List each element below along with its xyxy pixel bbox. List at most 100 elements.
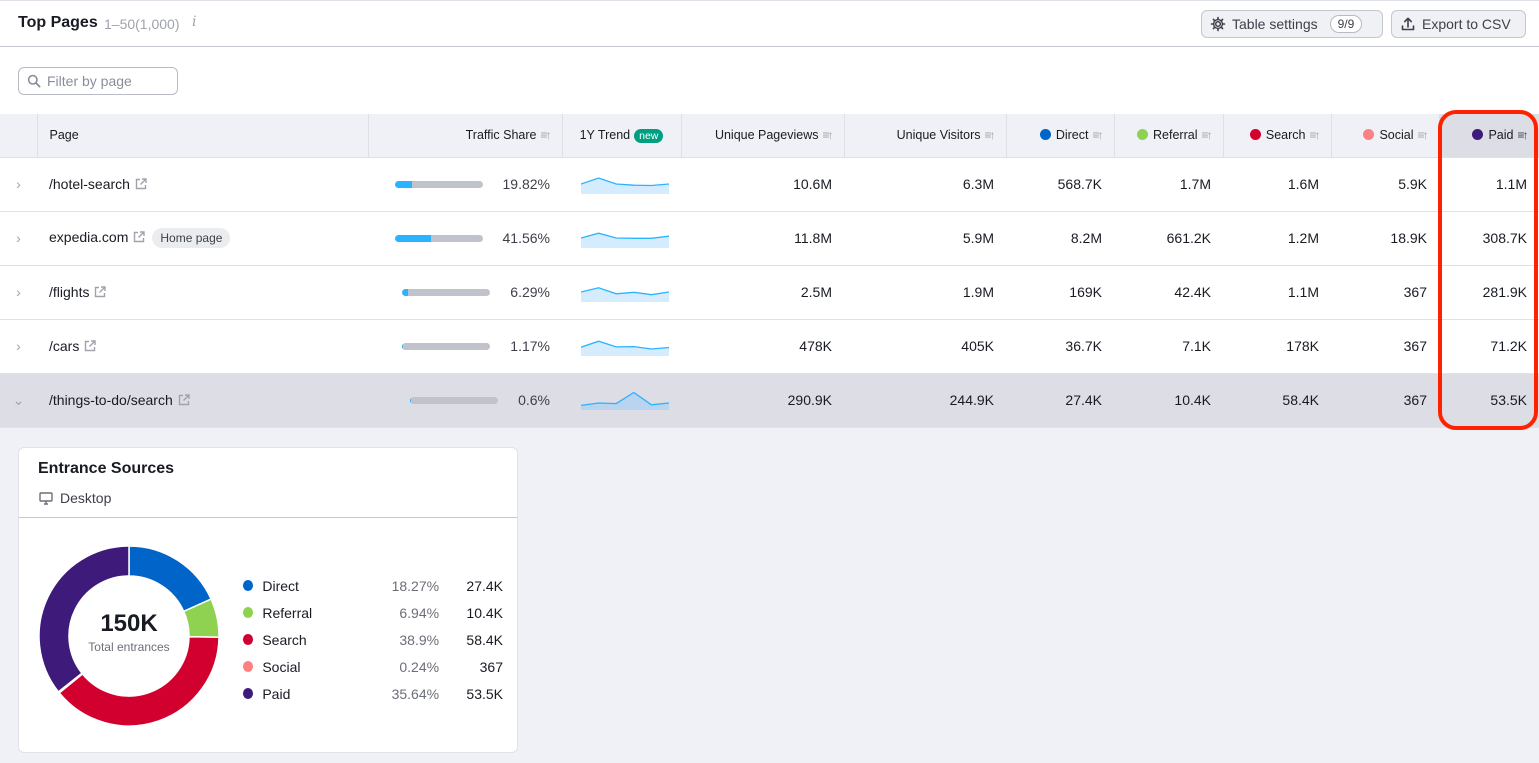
header-paid[interactable]: Paid ≡↑ (1439, 114, 1539, 158)
traffic-share-bar (410, 396, 499, 404)
unique-pageviews-cell: 290.9K (681, 373, 844, 428)
table-row[interactable]: ⌄ /things-to-do/search 0.6% 290.9K 244.9… (0, 373, 1539, 428)
legend-value: 53.5K (466, 685, 503, 702)
expand-toggle[interactable]: ⌄ (0, 373, 37, 428)
search-cell: 1.1M (1223, 265, 1331, 320)
social-cell: 367 (1331, 373, 1439, 428)
device-label: Desktop (39, 490, 111, 506)
page-link[interactable]: /flights (49, 284, 89, 300)
trend-sparkline (580, 176, 670, 194)
chevron-down-icon[interactable]: ⌄ (13, 392, 25, 408)
search-dot-icon (1249, 129, 1261, 141)
chevron-right-icon[interactable]: › (16, 176, 21, 192)
referral-cell: 1.7M (1114, 157, 1223, 212)
export-csv-button[interactable]: Export to CSV (1391, 10, 1526, 38)
legend-percent: 6.94% (399, 604, 440, 621)
legend-item-paid[interactable]: Paid 35.64% 53.5K (243, 680, 503, 707)
chevron-right-icon[interactable]: › (16, 230, 21, 246)
traffic-share-bar (402, 288, 491, 296)
page-link[interactable]: /things-to-do/search (49, 392, 173, 408)
social-dot-icon (1363, 129, 1375, 141)
info-icon[interactable]: i (192, 14, 196, 30)
header-traffic-share[interactable]: Traffic Share ≡↑ (368, 114, 563, 158)
page-link[interactable]: /hotel-search (49, 176, 130, 192)
filter-input[interactable] (47, 73, 167, 89)
header-unique-pageviews[interactable]: Unique Pageviews ≡↑ (681, 114, 845, 158)
header-referral[interactable]: Referral ≡↑ (1114, 114, 1224, 158)
external-link-icon[interactable] (134, 177, 148, 191)
table-row[interactable]: › expedia.com Home page 41.56% 11.8M 5.9M… (0, 211, 1539, 266)
sort-icon[interactable]: ≡↑ (1517, 128, 1528, 142)
sort-icon[interactable]: ≡↑ (822, 128, 833, 142)
search-cell: 1.2M (1223, 211, 1331, 266)
legend-item-direct[interactable]: Direct 18.27% 27.4K (243, 572, 503, 599)
legend-percent: 0.24% (399, 658, 440, 675)
traffic-share-fill (410, 396, 412, 404)
header-unique-visitors[interactable]: Unique Visitors ≡↑ (844, 114, 1007, 158)
legend-percent: 35.64% (391, 685, 440, 702)
columns-count-badge: 9/9 (1329, 15, 1363, 33)
expand-toggle[interactable]: › (0, 211, 37, 266)
trend-sparkline (580, 286, 670, 302)
legend-item-social[interactable]: Social 0.24% 367 (243, 653, 503, 680)
sort-icon[interactable]: ≡↑ (540, 128, 551, 142)
unique-visitors-cell: 405K (844, 319, 1006, 374)
home-page-tag: Home page (152, 228, 231, 248)
expand-toggle[interactable]: › (0, 265, 37, 320)
sort-icon[interactable]: ≡↑ (1201, 128, 1212, 142)
page-cell: expedia.com Home page (37, 211, 368, 266)
legend-percent: 38.9% (399, 631, 440, 648)
table-settings-button[interactable]: Table settings 9/9 (1201, 10, 1383, 38)
external-link-icon[interactable] (177, 393, 191, 407)
expand-toggle[interactable]: › (0, 319, 37, 374)
trend-cell (562, 373, 681, 428)
paid-cell: 1.1M (1439, 157, 1539, 212)
table-row[interactable]: › /hotel-search 19.82% 10.6M 6.3M 568.7K… (0, 157, 1539, 212)
entrance-sources-card: Entrance Sources Desktop 150K Total entr… (18, 447, 518, 753)
new-badge: new (634, 128, 664, 143)
chevron-right-icon[interactable]: › (16, 284, 21, 300)
external-link-icon[interactable] (132, 230, 146, 244)
table-row[interactable]: › /flights 6.29% 2.5M 1.9M 169K 42.4K 1.… (0, 265, 1539, 320)
chevron-right-icon[interactable]: › (16, 338, 21, 354)
direct-cell: 8.2M (1006, 211, 1114, 266)
sort-icon[interactable]: ≡↑ (1092, 128, 1103, 142)
filter-by-page-field[interactable] (18, 67, 178, 95)
direct-dot-icon (1039, 129, 1051, 141)
legend-item-search[interactable]: Search 38.9% 58.4K (243, 626, 503, 653)
total-entrances-label: Total entrances (88, 640, 170, 654)
sort-icon[interactable]: ≡↑ (1417, 128, 1428, 142)
expand-toggle[interactable]: › (0, 157, 37, 212)
donut-slice-direct[interactable] (128, 545, 213, 613)
traffic-share-bar (402, 342, 491, 350)
legend-item-referral[interactable]: Referral 6.94% 10.4K (243, 599, 503, 626)
external-link-icon[interactable] (93, 285, 107, 299)
legend-dot-icon (243, 607, 254, 618)
social-cell: 367 (1331, 319, 1439, 374)
traffic-share-value: 6.29% (510, 284, 550, 300)
search-cell: 178K (1223, 319, 1331, 374)
legend-dot-icon (243, 634, 254, 645)
external-link-icon[interactable] (83, 339, 97, 353)
legend-value: 367 (479, 658, 503, 675)
traffic-share-cell: 41.56% (368, 211, 562, 266)
header-search[interactable]: Search ≡↑ (1223, 114, 1332, 158)
traffic-share-cell: 0.6% (368, 373, 562, 428)
header-direct[interactable]: Direct ≡↑ (1006, 114, 1115, 158)
sort-icon[interactable]: ≡↑ (1309, 128, 1320, 142)
referral-cell: 42.4K (1114, 265, 1223, 320)
trend-cell (562, 211, 681, 266)
table-row[interactable]: › /cars 1.17% 478K 405K 36.7K 7.1K 178K … (0, 319, 1539, 374)
page-title: Top Pages (18, 14, 98, 31)
result-range: 1–50(1,000) (104, 16, 180, 32)
trend-sparkline (580, 340, 670, 356)
header-social[interactable]: Social ≡↑ (1331, 114, 1440, 158)
search-icon (27, 74, 41, 88)
page-link[interactable]: /cars (49, 338, 79, 354)
donut-legend: Direct 18.27% 27.4K Referral 6.94% 10.4K Searc… (243, 572, 503, 707)
upload-icon (1401, 17, 1415, 31)
sort-icon[interactable]: ≡↑ (984, 128, 995, 142)
paid-cell: 308.7K (1439, 211, 1539, 266)
page-link[interactable]: expedia.com (49, 229, 128, 245)
export-label: Export to CSV (1422, 16, 1511, 32)
